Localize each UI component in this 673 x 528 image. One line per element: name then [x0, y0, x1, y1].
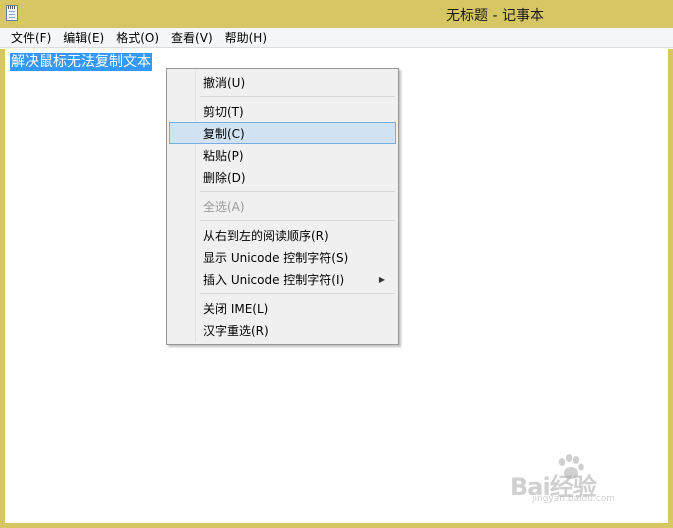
- menu-separator: [169, 188, 396, 195]
- context-item-copy[interactable]: 复制(C): [169, 122, 396, 144]
- menu-separator: [169, 290, 396, 297]
- context-item-rtl-reading-order[interactable]: 从右到左的阅读顺序(R): [169, 224, 396, 246]
- notepad-icon[interactable]: [6, 5, 18, 21]
- menu-bar: 文件(F) 编辑(E) 格式(O) 查看(V) 帮助(H): [0, 28, 673, 48]
- context-item-select-all: 全选(A): [203, 200, 245, 214]
- submenu-arrow-icon: ▶: [378, 275, 385, 284]
- baidu-jingyan-watermark: Bai经验 jingyan.baidu.com: [510, 452, 660, 504]
- window-title: 无标题 - 记事本: [446, 8, 544, 24]
- context-item-cut[interactable]: 剪切(T): [169, 100, 396, 122]
- title-bar[interactable]: 无标题 - 记事本: [0, 0, 673, 28]
- menu-edit[interactable]: 编辑(E): [57, 28, 110, 48]
- context-item-show-unicode-control[interactable]: 显示 Unicode 控制字符(S): [169, 246, 396, 268]
- selected-text[interactable]: 解决鼠标无法复制文本: [10, 53, 152, 71]
- context-item-paste[interactable]: 粘贴(P): [169, 144, 396, 166]
- menu-file[interactable]: 文件(F): [5, 28, 57, 48]
- context-item-delete[interactable]: 删除(D): [169, 166, 396, 188]
- context-item-reconversion[interactable]: 汉字重选(R): [169, 319, 396, 341]
- menu-separator: [169, 93, 396, 100]
- context-menu: 撤消(U) 剪切(T) 复制(C) 粘贴(P) 删除(D) 全选(A) 从右到左…: [166, 68, 399, 345]
- menu-help[interactable]: 帮助(H): [219, 28, 273, 48]
- context-item-label: 插入 Unicode 控制字符(I): [203, 273, 345, 287]
- watermark-subtext: jingyan.baidu.com: [532, 494, 616, 504]
- context-item-undo[interactable]: 撤消(U): [169, 71, 396, 93]
- context-item-close-ime[interactable]: 关闭 IME(L): [169, 297, 396, 319]
- menu-view[interactable]: 查看(V): [165, 28, 219, 48]
- menu-format[interactable]: 格式(O): [110, 28, 165, 48]
- menu-separator: [169, 217, 396, 224]
- context-item-insert-unicode-control[interactable]: 插入 Unicode 控制字符(I) ▶: [169, 268, 396, 290]
